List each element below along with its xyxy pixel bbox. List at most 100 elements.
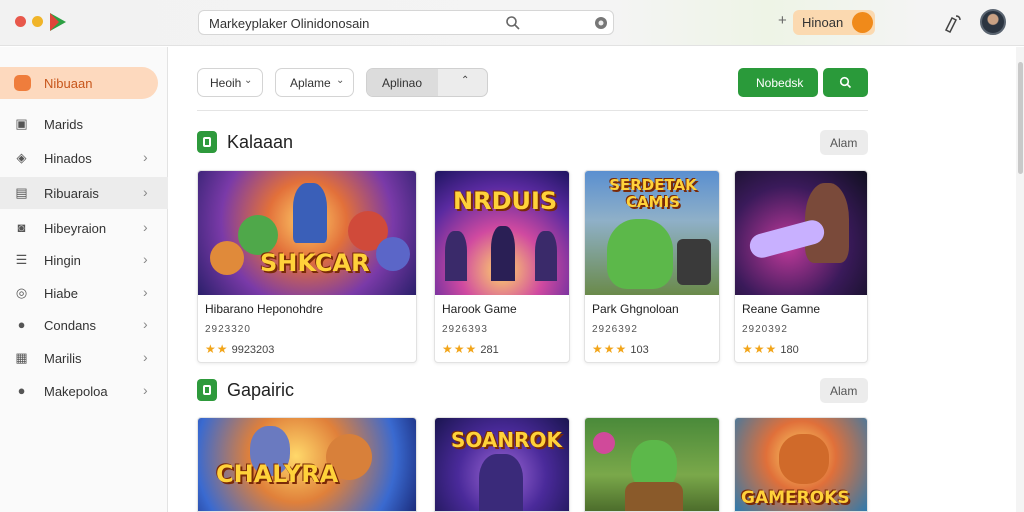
section-more-label: Alam (830, 136, 858, 150)
game-thumbnail: CHALYRA (198, 418, 416, 511)
chevron-down-icon: ⌄ (336, 75, 345, 86)
car-icon: ◙ (17, 220, 26, 235)
sidebar-item-label: Ribuarais (44, 186, 99, 201)
sidebar-item-label: Hinados (44, 151, 92, 166)
sidebar-item-9[interactable]: ● Makepoloa › (0, 375, 168, 407)
game-thumbnail (735, 171, 867, 295)
rating-value: 9923203 (231, 344, 275, 356)
target-icon: ◎ (15, 285, 28, 300)
section-title: Gapairic (227, 380, 295, 400)
rating-value: 180 (780, 344, 799, 356)
game-thumbnail: SERDETAK CAMIS (585, 171, 719, 295)
chevron-right-icon: › (143, 349, 148, 365)
card-subtitle: 2923320 (205, 324, 251, 335)
card-rating: ★★★ 281 (442, 342, 499, 356)
filter-dropdown-1[interactable]: Heoih ⌄ (197, 68, 263, 97)
sidebar-item-4[interactable]: ◙ Hibeyraion › (0, 212, 168, 244)
card-rating: ★★★ 103 (592, 342, 649, 356)
game-card[interactable]: SHKCAR Hibarano Heponohdre 2923320 ★★ 99… (197, 170, 417, 363)
card-title: Hibarano Heponohdre (205, 302, 324, 316)
card-subtitle: 2920392 (742, 324, 788, 335)
game-thumbnail: GAMEROKS (735, 418, 867, 511)
rating-value: 281 (480, 344, 499, 356)
card-rating: ★★ 9923203 (205, 342, 274, 356)
box-icon: ▣ (15, 116, 28, 131)
section-icon (197, 131, 217, 153)
card-title: Reane Gamne (742, 302, 821, 316)
profile-avatar[interactable] (980, 9, 1006, 35)
game-card[interactable]: CHALYRA (197, 417, 417, 512)
sidebar-item-label: Marilis (44, 351, 82, 366)
folder-icon: ▤ (15, 185, 28, 200)
search-button[interactable] (823, 68, 868, 97)
game-thumbnail (585, 418, 719, 511)
game-card[interactable]: SERDETAK CAMIS Park Ghgnoloan 2926392 ★★… (584, 170, 720, 363)
sidebar-item-active[interactable]: Nibuaan (0, 67, 158, 99)
pen-icon[interactable] (942, 12, 964, 34)
sidebar-item-7[interactable]: ● Condans › (0, 309, 168, 341)
chevron-right-icon: › (143, 284, 148, 300)
tag-icon: ◈ (16, 150, 27, 165)
address-bar[interactable]: Markeyplaker Olinidonosain (198, 10, 614, 35)
thumbnail-title: NRDUIS (453, 187, 558, 215)
thumbnail-title: CHALYRA (216, 460, 339, 488)
sidebar-item-label: Hiabe (44, 286, 78, 301)
sidebar-item-2[interactable]: ◈ Hinados › (0, 142, 168, 174)
card-title: Park Ghgnoloan (592, 302, 679, 316)
plus-icon[interactable]: + (778, 12, 787, 29)
chevron-right-icon: › (143, 149, 148, 165)
search-icon[interactable] (505, 15, 521, 31)
segment-selected[interactable]: Aplinao (367, 69, 438, 96)
primary-action-button[interactable]: Nobedsk (738, 68, 818, 97)
sidebar-item-3[interactable]: ▤ Ribuarais › (0, 177, 168, 209)
sidebar-active-label: Nibuaan (44, 76, 93, 91)
window-close-dot[interactable] (15, 16, 26, 27)
chevron-up-icon[interactable]: ⌃ (461, 75, 469, 86)
game-thumbnail: NRDUIS (435, 171, 569, 295)
sidebar-item-5[interactable]: ☰ Hingin › (0, 244, 168, 276)
card-subtitle: 2926393 (442, 324, 488, 335)
scrollbar-thumb[interactable] (1018, 62, 1023, 174)
game-card[interactable]: NRDUIS Harook Game 2926393 ★★★ 281 (434, 170, 570, 363)
sidebar-item-6[interactable]: ◎ Hiabe › (0, 277, 168, 309)
sidebar-item-label: Marids (44, 117, 84, 132)
top-bar: Markeyplaker Olinidonosain + Hinoan (0, 0, 1024, 46)
chevron-right-icon: › (143, 184, 148, 200)
section-more-button[interactable]: Alam (820, 130, 868, 155)
game-card[interactable] (584, 417, 720, 512)
filter-dropdown-2[interactable]: Aplame ⌄ (275, 68, 354, 97)
chevron-right-icon: › (143, 251, 148, 267)
game-card[interactable]: Reane Gamne 2920392 ★★★ 180 (734, 170, 868, 363)
card-subtitle: 2926392 (592, 324, 638, 335)
person-icon: ● (17, 317, 26, 332)
chevron-right-icon: › (143, 219, 148, 235)
user-menu-button[interactable]: Hinoan (793, 10, 875, 35)
sidebar-item-1[interactable]: ▣ Marids (0, 108, 168, 140)
sidebar-item-8[interactable]: ▦ Marilis › (0, 342, 168, 374)
sidebar-item-label: Hibeyraion (44, 221, 107, 236)
thumbnail-title: GAMEROKS (741, 488, 850, 508)
card-title: Harook Game (442, 302, 517, 316)
chevron-down-icon: ⌄ (244, 75, 253, 86)
game-thumbnail: SHKCAR (198, 171, 416, 295)
record-icon[interactable] (594, 16, 608, 30)
section-title: Kalaaan (227, 132, 294, 152)
window-minimize-dot[interactable] (32, 16, 43, 27)
sidebar-item-label: Makepoloa (44, 384, 108, 399)
list-icon: ☰ (15, 252, 28, 267)
section-more-button[interactable]: Alam (820, 378, 868, 403)
sidebar-item-label: Hingin (44, 253, 81, 268)
app-logo-icon[interactable] (48, 11, 68, 33)
sidebar: Nibuaan ▣ Marids ◈ Hinados › ▤ Ribuarais… (0, 47, 168, 512)
segmented-control[interactable]: Aplinao ⌃ (366, 68, 488, 97)
star-rating-icon: ★★★ (742, 342, 778, 356)
game-card[interactable]: SOANROK (434, 417, 570, 512)
chart-icon: ▦ (15, 350, 28, 365)
sidebar-item-label: Condans (44, 318, 97, 333)
home-icon (14, 75, 31, 91)
primary-action-label: Nobedsk (756, 76, 804, 90)
game-card[interactable]: GAMEROKS (734, 417, 868, 512)
game-thumbnail: SOANROK (435, 418, 569, 511)
chevron-right-icon: › (143, 382, 148, 398)
thumbnail-title: SHKCAR (260, 249, 370, 277)
